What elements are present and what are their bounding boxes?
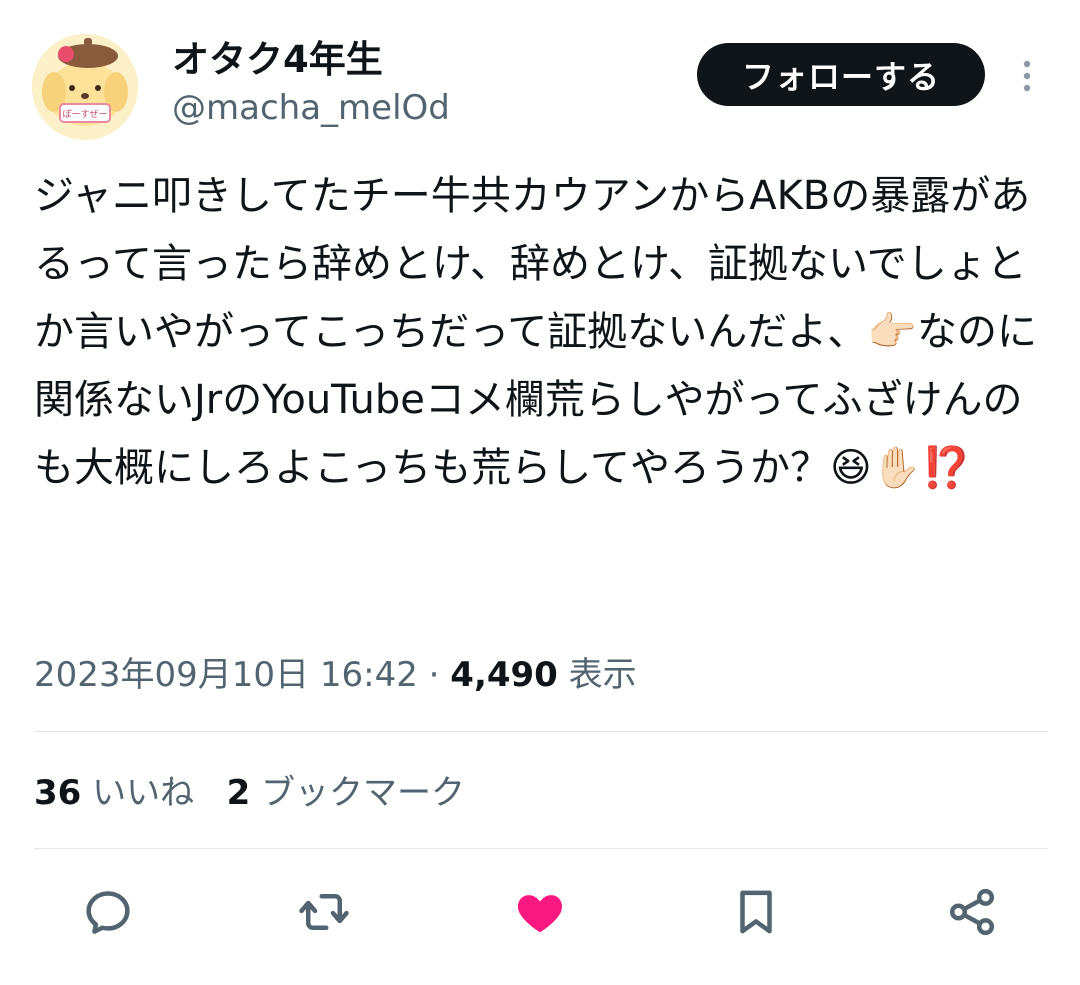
divider — [34, 848, 1048, 849]
bookmarks-count: 2 — [226, 773, 251, 813]
bookmark-button[interactable] — [728, 884, 784, 940]
likes-stat[interactable]: 36 いいね — [34, 773, 194, 813]
timestamp[interactable]: 2023年09月10日 16:42 — [34, 655, 418, 695]
like-icon — [517, 895, 563, 933]
display-name[interactable]: オタク4年生 — [172, 38, 383, 82]
bookmarks-label: ブックマーク — [261, 773, 466, 813]
avatar-image: ぽーすぜー — [32, 34, 138, 140]
share-icon — [949, 888, 995, 936]
tweet-text: ジャニ叩きしてたチー牛共カウアンからAKBの暴露があるって言ったら辞めとけ、辞め… — [34, 173, 1038, 491]
views-count: 4,490 — [450, 655, 558, 695]
more-options-icon[interactable] — [1014, 56, 1040, 96]
reply-button[interactable] — [80, 884, 136, 940]
retweet-icon — [299, 894, 349, 930]
divider — [34, 731, 1048, 732]
retweet-button[interactable] — [296, 884, 352, 940]
reply-icon — [86, 891, 130, 934]
user-handle[interactable]: @macha_melOd — [172, 87, 450, 129]
meta-separator: · — [417, 655, 451, 695]
likes-label: いいね — [92, 773, 195, 813]
likes-count: 36 — [34, 773, 82, 813]
svg-text:ぽーすぜー: ぽーすぜー — [62, 109, 107, 120]
like-button[interactable] — [512, 884, 568, 940]
engagement-stats: 36 いいね 2 ブックマーク — [34, 766, 465, 820]
bookmark-icon — [740, 890, 772, 934]
avatar[interactable]: ぽーすぜー — [32, 34, 138, 140]
share-button[interactable] — [944, 884, 1000, 940]
tweet-meta: 2023年09月10日 16:42 · 4,490 表示 — [34, 648, 637, 702]
views-label: 表示 — [568, 655, 637, 695]
follow-button[interactable]: フォローする — [697, 43, 985, 106]
bookmarks-stat[interactable]: 2 ブックマーク — [227, 773, 465, 813]
